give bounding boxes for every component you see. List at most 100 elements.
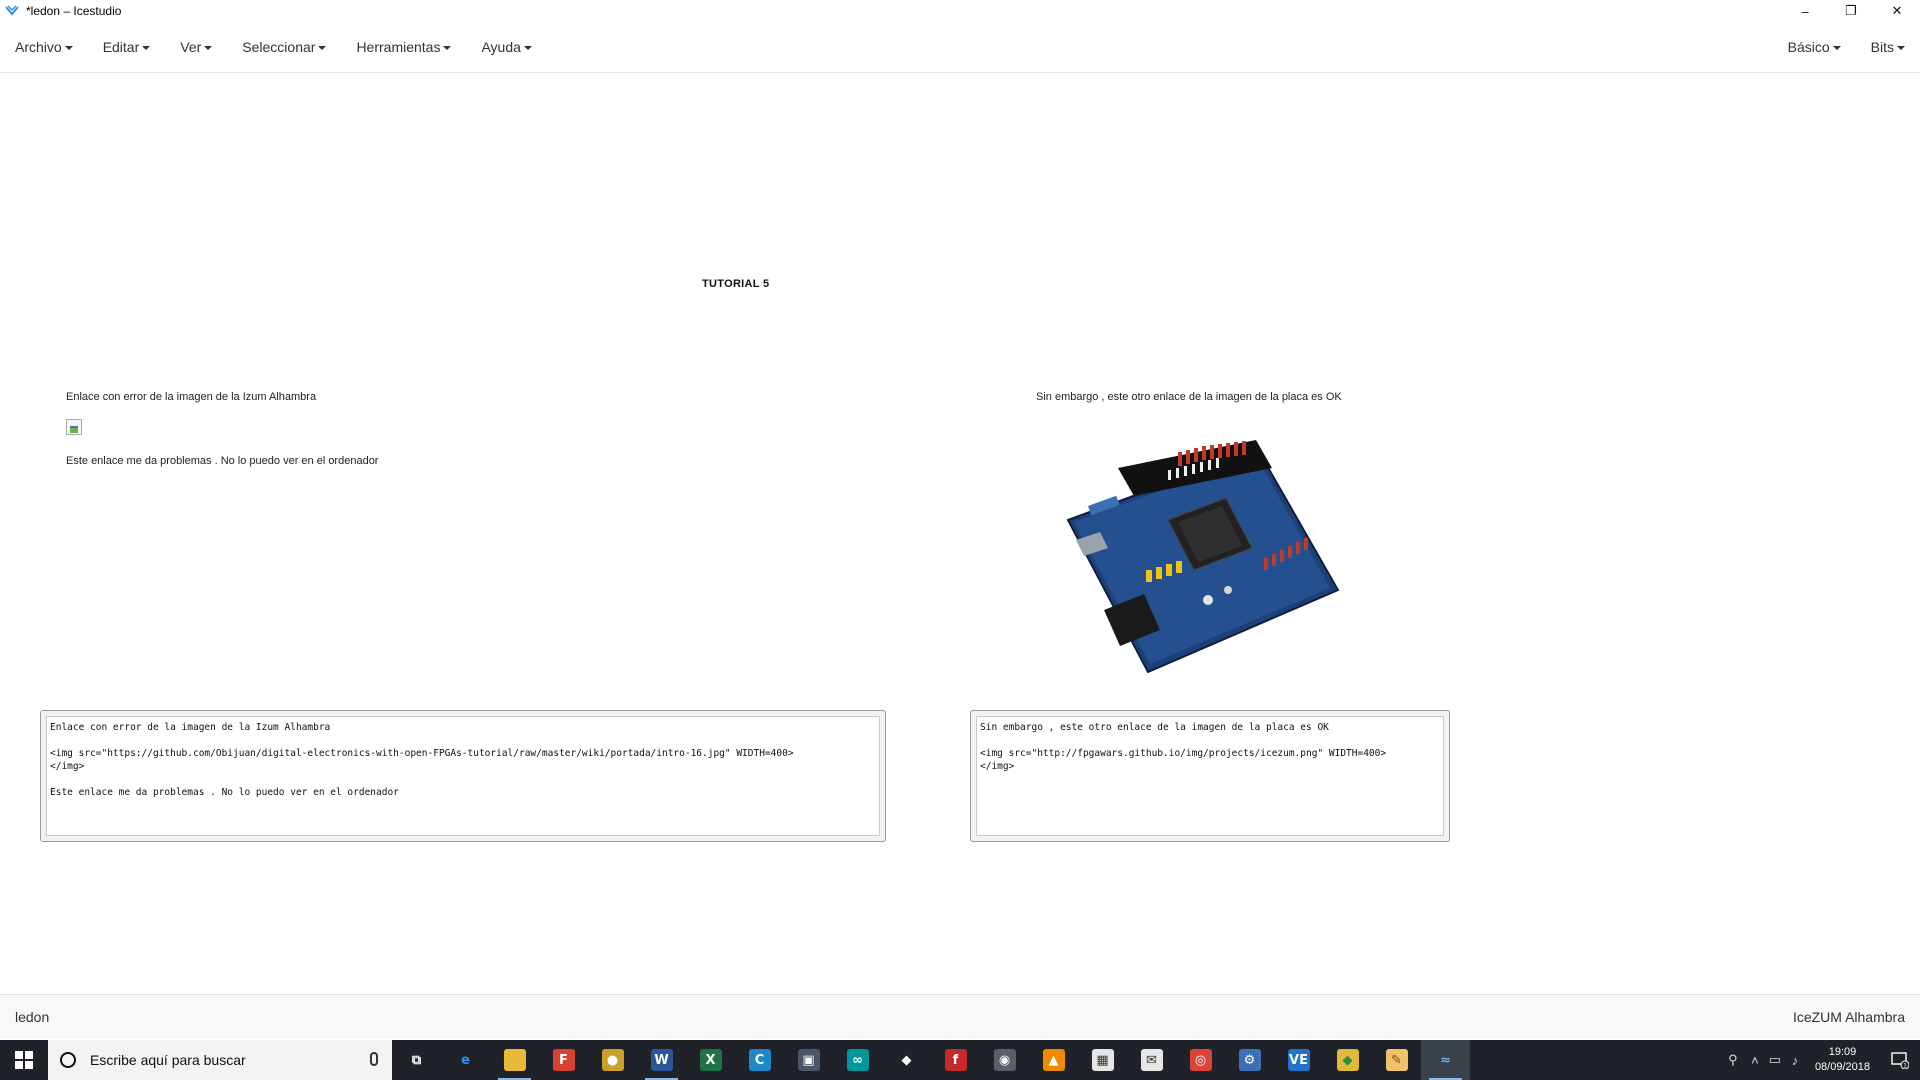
close-button[interactable]: ✕	[1874, 0, 1920, 22]
taskbar-app-calculator[interactable]: ▦	[1078, 1040, 1127, 1080]
taskbar-app-globe-app[interactable]: ●	[588, 1040, 637, 1080]
menu-label: Ayuda	[481, 39, 521, 55]
menu-right: Básico Bits	[1773, 22, 1920, 72]
taskbar-app-icestudio[interactable]: ≈	[1421, 1040, 1470, 1080]
caret-down-icon	[318, 45, 327, 50]
taskbar-app-network-app[interactable]: ⚙	[1225, 1040, 1274, 1080]
left-info-caption: Enlace con error de la imagen de la Izum…	[66, 391, 317, 403]
vscode-icon: VE	[1287, 1049, 1310, 1071]
task-view-icon: ⧉	[405, 1049, 428, 1071]
icestudio-logo-icon	[4, 3, 20, 19]
menu-label: Editar	[102, 39, 140, 55]
status-board-name[interactable]: IceZUM Alhambra	[1793, 1009, 1905, 1025]
action-center-button[interactable]: 1	[1880, 1040, 1920, 1080]
taskbar-app-excel[interactable]: X	[686, 1040, 735, 1080]
taskbar-app-gamepad[interactable]: ◉	[980, 1040, 1029, 1080]
broken-image-icon	[66, 419, 82, 435]
status-bar: ledon IceZUM Alhambra	[0, 994, 1920, 1039]
left-code-editor[interactable]: Enlace con error de la imagen de la Izum…	[46, 716, 880, 836]
svg-text:1: 1	[1903, 1063, 1907, 1070]
clock-time: 19:09	[1828, 1046, 1857, 1058]
menu-herramientas[interactable]: Herramientas	[341, 22, 466, 72]
inkscape-icon: ◆	[895, 1049, 918, 1071]
git-icon: ◆	[1336, 1049, 1359, 1071]
menu-label: Archivo	[15, 39, 62, 55]
file-explorer-icon	[503, 1049, 526, 1071]
cortana-circle-icon	[60, 1052, 76, 1068]
tutorial-title: TUTORIAL 5	[702, 278, 770, 290]
icestudio-window: *ledon – Icestudio – ❐ ✕ Archivo Editar …	[0, 0, 1920, 1080]
people-icon[interactable]: ⚲	[1721, 1040, 1745, 1080]
icezum-board-image	[1066, 440, 1340, 674]
mail-icon: ✉	[1140, 1049, 1163, 1071]
network-icon[interactable]: ▭	[1765, 1040, 1785, 1080]
design-canvas[interactable]: TUTORIAL 5 Enlace con error de la imagen…	[0, 74, 1920, 994]
taskbar-app-task-view[interactable]: ⧉	[392, 1040, 441, 1080]
taskbar-app-notepad[interactable]: ✎	[1372, 1040, 1421, 1080]
microphone-icon[interactable]	[370, 1052, 378, 1066]
menu-ver[interactable]: Ver	[165, 22, 227, 72]
notepad-icon: ✎	[1385, 1049, 1408, 1071]
taskbar-app-terminal[interactable]: ▣	[784, 1040, 833, 1080]
taskbar-app-mail[interactable]: ✉	[1127, 1040, 1176, 1080]
menu-seleccionar[interactable]: Seleccionar	[227, 22, 341, 72]
menu-archivo[interactable]: Archivo	[0, 22, 88, 72]
menu-label: Bits	[1870, 39, 1894, 55]
caret-down-icon	[443, 45, 452, 50]
caret-down-icon	[1832, 45, 1841, 50]
volume-icon[interactable]: ♪	[1785, 1040, 1805, 1080]
taskbar-app-vscode[interactable]: VE	[1274, 1040, 1323, 1080]
taskbar-clock[interactable]: 19:09 08/09/2018	[1805, 1045, 1880, 1075]
vlc-icon: ▲	[1042, 1049, 1065, 1071]
right-code-editor[interactable]: Sin embargo , este otro enlace de la ima…	[976, 716, 1444, 836]
taskbar-app-arduino[interactable]: ∞	[833, 1040, 882, 1080]
windows-logo-icon	[15, 1051, 33, 1069]
fritzing-icon: f	[944, 1049, 967, 1071]
taskbar-app-edge[interactable]: e	[441, 1040, 490, 1080]
taskbar-app-git[interactable]: ◆	[1323, 1040, 1372, 1080]
network-app-icon: ⚙	[1238, 1049, 1261, 1071]
taskbar-app-foxit[interactable]: F	[539, 1040, 588, 1080]
menu-editar[interactable]: Editar	[88, 22, 166, 72]
edge-icon: e	[454, 1049, 477, 1071]
right-code-block: Sin embargo , este otro enlace de la ima…	[970, 710, 1450, 842]
caret-down-icon	[64, 45, 73, 50]
word-icon: W	[650, 1049, 673, 1071]
system-tray: ⚲ ˄ ▭ ♪ 19:09 08/09/2018 1	[1721, 1040, 1920, 1080]
terminal-icon: ▣	[797, 1049, 820, 1071]
minimize-button[interactable]: –	[1782, 0, 1828, 22]
taskbar-app-file-explorer[interactable]	[490, 1040, 539, 1080]
taskbar-search-box[interactable]: Escribe aquí para buscar	[48, 1040, 392, 1080]
right-info-caption: Sin embargo , este otro enlace de la ima…	[1036, 391, 1342, 403]
gamepad-icon: ◉	[993, 1049, 1016, 1071]
start-button[interactable]	[0, 1040, 48, 1080]
taskbar-app-fritzing[interactable]: f	[931, 1040, 980, 1080]
window-title: *ledon – Icestudio	[26, 4, 122, 18]
caret-down-icon	[523, 45, 532, 50]
menu-bits[interactable]: Bits	[1856, 22, 1920, 72]
taskbar-app-cortana-c[interactable]: C	[735, 1040, 784, 1080]
left-code-block: Enlace con error de la imagen de la Izum…	[40, 710, 886, 842]
tray-chevron-up-icon[interactable]: ˄	[1745, 1040, 1765, 1080]
globe-app-icon: ●	[601, 1049, 624, 1071]
notification-icon: 1	[1891, 1052, 1909, 1070]
menu-ayuda[interactable]: Ayuda	[466, 22, 546, 72]
taskbar-app-vlc[interactable]: ▲	[1029, 1040, 1078, 1080]
menu-label: Herramientas	[356, 39, 441, 55]
clock-date: 08/09/2018	[1814, 1061, 1870, 1073]
taskbar-app-chrome[interactable]: ◎	[1176, 1040, 1225, 1080]
status-project-name: ledon	[15, 1009, 50, 1025]
menu-basico[interactable]: Básico	[1773, 22, 1856, 72]
icestudio-icon: ≈	[1434, 1049, 1457, 1071]
maximize-button[interactable]: ❐	[1828, 0, 1874, 22]
left-info-note: Este enlace me da problemas . No lo pued…	[66, 455, 379, 467]
menu-bar: Archivo Editar Ver Seleccionar Herramien…	[0, 22, 1920, 73]
cortana-c-icon: C	[748, 1049, 771, 1071]
taskbar-app-word[interactable]: W	[637, 1040, 686, 1080]
menu-label: Básico	[1787, 39, 1830, 55]
taskbar-app-inkscape[interactable]: ◆	[882, 1040, 931, 1080]
arduino-icon: ∞	[846, 1049, 869, 1071]
menu-label: Seleccionar	[242, 39, 316, 55]
search-placeholder: Escribe aquí para buscar	[90, 1052, 246, 1068]
chrome-icon: ◎	[1189, 1049, 1212, 1071]
